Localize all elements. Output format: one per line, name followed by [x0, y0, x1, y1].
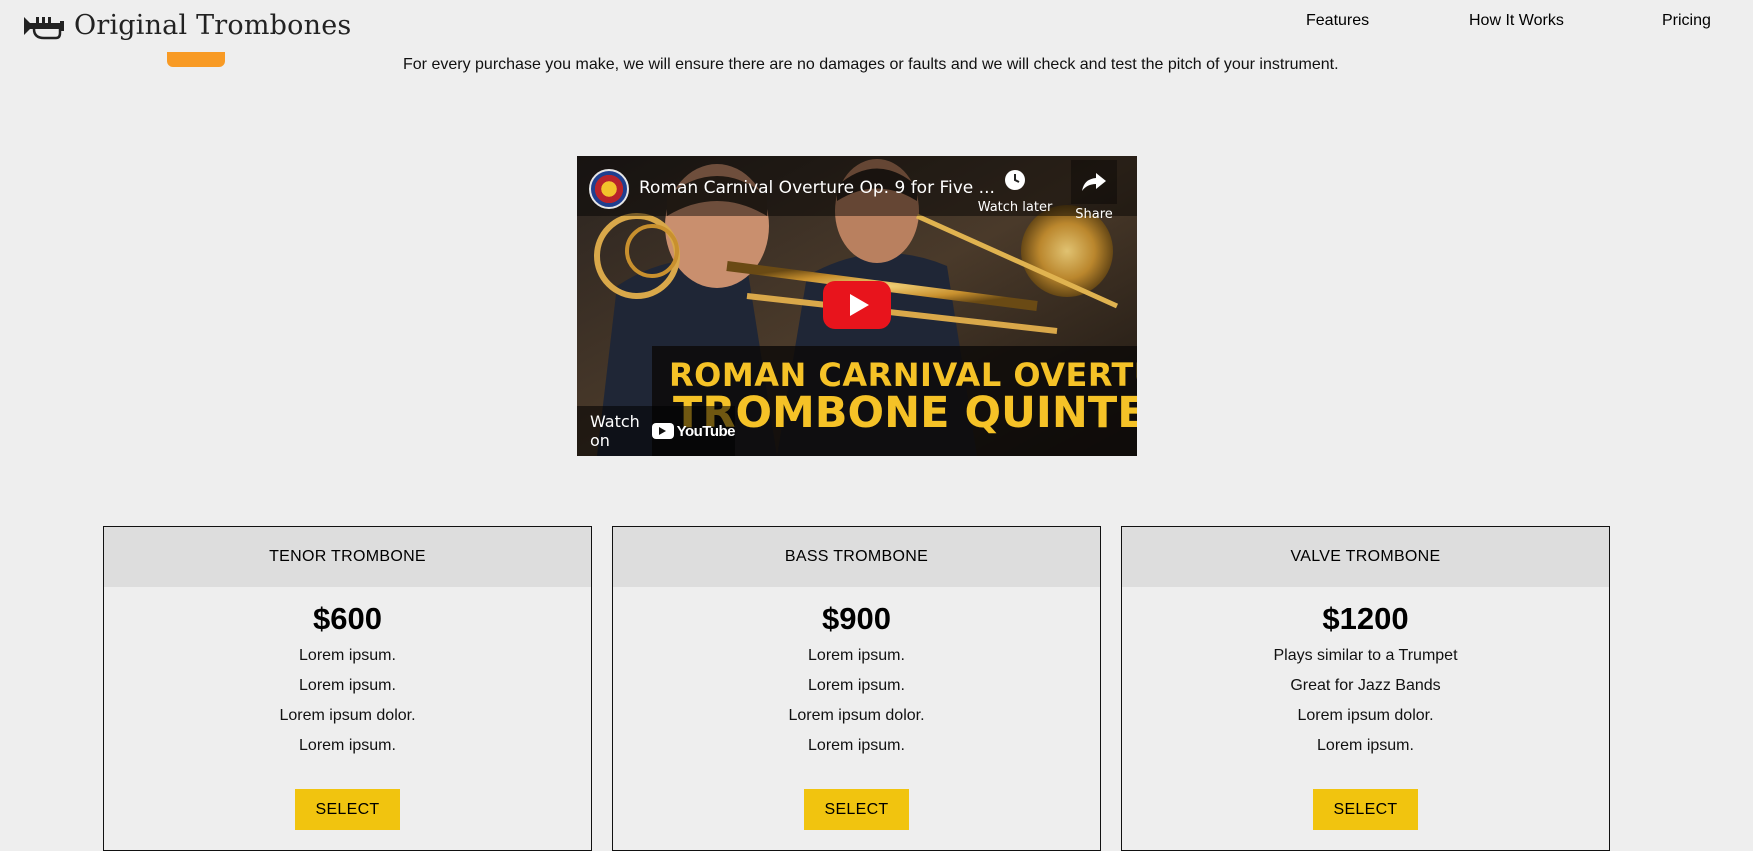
- card-feature: Lorem ipsum.: [299, 737, 396, 754]
- video-title[interactable]: Roman Carnival Overture Op. 9 for Five .…: [639, 178, 995, 198]
- play-icon: [849, 294, 869, 316]
- nav-link-how-it-works[interactable]: How It Works: [1469, 12, 1564, 30]
- watch-on-youtube-link[interactable]: Watch on YouTube: [577, 406, 736, 456]
- share-icon: [1082, 173, 1106, 191]
- watch-later-button[interactable]: Watch later: [975, 168, 1055, 215]
- card-feature: Plays similar to a Trumpet: [1273, 647, 1458, 664]
- card-feature-list: Plays similar to a Trumpet Great for Jaz…: [1122, 641, 1609, 761]
- card-title: TENOR TROMBONE: [104, 527, 591, 587]
- card-price: $900: [822, 601, 891, 636]
- brand-logo[interactable]: Original Trombones: [22, 10, 351, 41]
- brand-name: Original Trombones: [74, 10, 352, 41]
- card-feature: Lorem ipsum.: [808, 737, 905, 754]
- card-price: $1200: [1322, 601, 1409, 636]
- pricing-card-tenor: TENOR TROMBONE $600 Lorem ipsum. Lorem i…: [103, 526, 592, 851]
- select-button-bass[interactable]: SELECT: [804, 789, 909, 830]
- guarantee-text: For every purchase you make, we will ens…: [403, 56, 1339, 73]
- watch-later-label: Watch later: [977, 200, 1053, 215]
- watch-on-label: Watch on: [590, 412, 640, 450]
- card-feature: Lorem ipsum dolor.: [788, 707, 925, 724]
- pricing-card-bass: BASS TROMBONE $900 Lorem ipsum. Lorem ip…: [612, 526, 1101, 851]
- channel-avatar[interactable]: [589, 169, 629, 209]
- share-label: Share: [1075, 207, 1113, 222]
- orange-button-partial[interactable]: [167, 52, 225, 67]
- play-button[interactable]: [823, 281, 891, 329]
- card-feature: Lorem ipsum.: [1317, 737, 1414, 754]
- nav-link-pricing[interactable]: Pricing: [1662, 12, 1711, 30]
- trumpet-icon: [24, 16, 64, 39]
- clock-icon: [1005, 170, 1025, 190]
- video-embed[interactable]: Roman Carnival Overture Op. 9 for Five .…: [577, 156, 1137, 456]
- card-feature: Lorem ipsum.: [808, 647, 905, 664]
- select-button-tenor[interactable]: SELECT: [295, 789, 400, 830]
- youtube-play-icon: [651, 423, 674, 439]
- card-price: $600: [313, 601, 382, 636]
- youtube-logo: YouTube: [651, 422, 736, 440]
- nav-link-features[interactable]: Features: [1306, 12, 1369, 30]
- select-button-valve[interactable]: SELECT: [1313, 789, 1418, 830]
- youtube-wordmark: YouTube: [676, 422, 736, 440]
- pricing-card-valve: VALVE TROMBONE $1200 Plays similar to a …: [1121, 526, 1610, 851]
- card-title: BASS TROMBONE: [613, 527, 1100, 587]
- card-feature: Lorem ipsum.: [299, 677, 396, 694]
- share-icon-box: [1071, 160, 1117, 204]
- card-feature: Lorem ipsum dolor.: [279, 707, 416, 724]
- card-feature-list: Lorem ipsum. Lorem ipsum. Lorem ipsum do…: [104, 641, 591, 761]
- card-feature: Lorem ipsum.: [299, 647, 396, 664]
- card-title: VALVE TROMBONE: [1122, 527, 1609, 587]
- site-header: Original Trombones Features How It Works…: [0, 0, 1753, 52]
- share-button[interactable]: Share: [1065, 160, 1123, 222]
- card-feature: Great for Jazz Bands: [1290, 677, 1441, 694]
- card-feature: Lorem ipsum.: [808, 677, 905, 694]
- banner-line-2: TROMBONE QUINTET: [673, 388, 1137, 438]
- card-feature-list: Lorem ipsum. Lorem ipsum. Lorem ipsum do…: [613, 641, 1100, 761]
- card-feature: Lorem ipsum dolor.: [1297, 707, 1434, 724]
